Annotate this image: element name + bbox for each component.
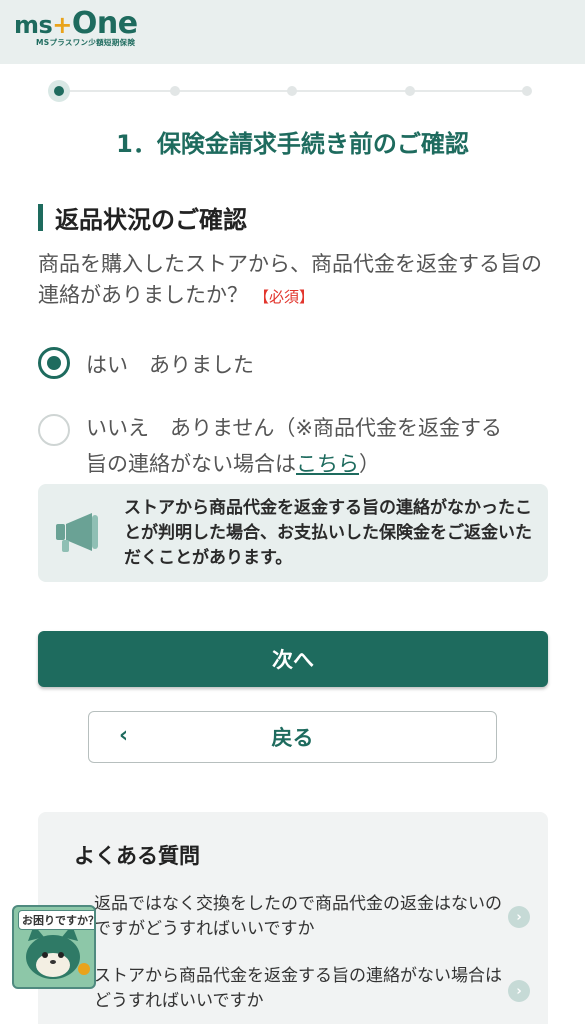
- back-button[interactable]: ‹ 戻る: [88, 711, 497, 763]
- required-badge: 【必須】: [254, 288, 315, 306]
- logo-wordmark: ms+One: [14, 9, 138, 40]
- logo-ms: ms: [14, 11, 53, 39]
- step-5-dot: [522, 86, 532, 96]
- radio-yes[interactable]: [38, 347, 70, 379]
- option-no-close-paren: ）: [359, 452, 380, 476]
- notice-box: ストアから商品代金を返金する旨の連絡がなかったことが判明した場合、お支払いした保…: [38, 484, 548, 582]
- radio-no[interactable]: [38, 414, 70, 446]
- option-yes[interactable]: はい ありました: [38, 347, 254, 383]
- question-text: 商品を購入したストアから、商品代金を返金する旨の連絡がありましたか？ 【必須】: [38, 249, 553, 313]
- step-1-dot: [48, 80, 70, 102]
- logo-subtitle: MSプラスワン少額短期保険: [36, 38, 136, 47]
- next-button[interactable]: 次へ: [38, 631, 548, 687]
- faq-title: よくある質問: [74, 844, 200, 868]
- option-no[interactable]: いいえ ありません（※商品代金を返金する旨の連絡がない場合はこちら）: [38, 410, 538, 482]
- faq-item[interactable]: ストアから商品代金を返金する旨の連絡がない場合はどうすればいいですか: [94, 964, 509, 1014]
- notice-text: ストアから商品代金を返金する旨の連絡がなかったことが判明した場合、お支払いした保…: [124, 498, 532, 568]
- chevron-right-icon[interactable]: ›: [508, 980, 530, 1002]
- option-no-text: いいえ ありません（※商品代金を返金する旨の連絡がない場合は: [86, 416, 502, 476]
- back-button-label: 戻る: [271, 726, 314, 750]
- brand-logo[interactable]: ms+One MSプラスワン少額短期保険: [14, 9, 138, 48]
- help-label: お困りですか？: [18, 910, 94, 930]
- faq-item[interactable]: 返品ではなく交換をしたので商品代金の返金はないのですがどうすればいいですか: [94, 892, 509, 942]
- step-4-dot: [405, 86, 415, 96]
- help-mascot-widget[interactable]: お困りですか？: [12, 905, 96, 989]
- option-yes-label[interactable]: はい ありました: [86, 347, 254, 383]
- progress-stepper: [48, 80, 534, 102]
- app-header: ms+One MSプラスワン少額短期保険: [0, 0, 585, 64]
- step-2-dot: [170, 86, 180, 96]
- chevron-right-icon[interactable]: ›: [508, 906, 530, 928]
- section-title: 返品状況のご確認: [55, 205, 247, 234]
- megaphone-icon: [56, 513, 98, 552]
- section-accent-bar: [38, 203, 43, 231]
- step-3-dot: [287, 86, 297, 96]
- logo-one: One: [71, 6, 138, 41]
- page-title: 1．保険金請求手続き前のご確認: [116, 130, 469, 158]
- section-heading: 返品状況のご確認: [38, 202, 247, 234]
- logo-plus: +: [52, 11, 72, 39]
- option-no-label[interactable]: いいえ ありません（※商品代金を返金する旨の連絡がない場合はこちら）: [86, 410, 516, 482]
- faq-section: よくある質問 返品ではなく交換をしたので商品代金の返金はないのですがどうすればい…: [38, 812, 548, 1024]
- chevron-left-icon: ‹: [119, 723, 129, 748]
- here-link[interactable]: こちら: [296, 452, 359, 476]
